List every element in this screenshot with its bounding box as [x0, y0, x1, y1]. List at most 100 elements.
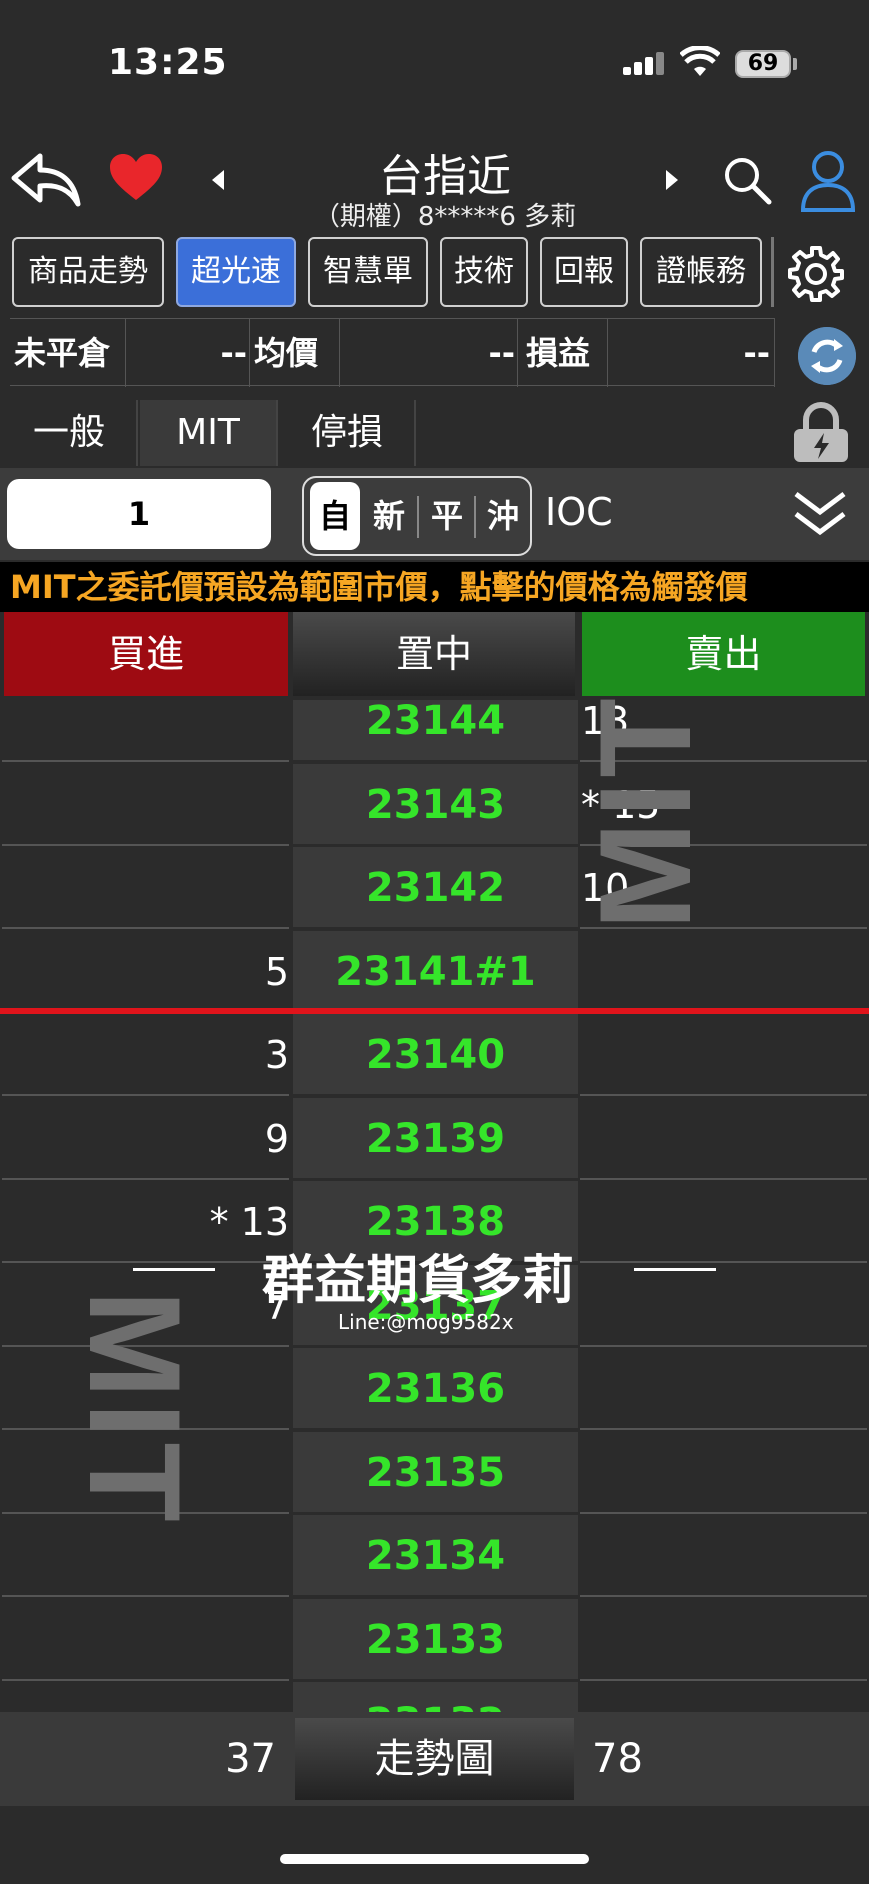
price-cell[interactable]: 23140 [293, 1014, 578, 1096]
menu-item-smart-order[interactable]: 智慧單 [308, 237, 428, 307]
chart-button[interactable]: 走勢圖 [295, 1718, 574, 1800]
center-button[interactable]: 置中 [293, 612, 575, 696]
menu-divider [771, 237, 774, 307]
heart-icon[interactable] [108, 152, 164, 202]
double-chevron-down-icon[interactable] [792, 488, 848, 540]
home-indicator[interactable] [280, 1854, 589, 1864]
sell-button[interactable]: 賣出 [582, 612, 865, 696]
back-icon[interactable] [10, 150, 82, 210]
ladder-row: 23132 [0, 1682, 869, 1712]
bid-quantity-cell[interactable] [2, 700, 289, 762]
prev-product-arrow[interactable] [212, 170, 224, 190]
position-summary: 未平倉 -- 均價 -- 損益 -- [10, 318, 775, 387]
last-price-line [0, 1008, 869, 1014]
menu-item-report[interactable]: 回報 [540, 237, 628, 307]
ladder-row: 23133 [0, 1598, 869, 1682]
bid-quantity-cell[interactable] [2, 1599, 289, 1681]
mode-auto[interactable]: 自 [310, 482, 360, 550]
mode-close[interactable]: 平 [422, 482, 472, 550]
menu-item-technical[interactable]: 技術 [440, 237, 528, 307]
tab-general[interactable]: 一般 [2, 400, 138, 466]
mit-watermark: MIT [62, 1290, 208, 1526]
tab-stop-loss[interactable]: 停損 [280, 400, 416, 466]
open-position-label: 未平倉 [10, 319, 126, 387]
ioc-toggle[interactable]: IOC [545, 490, 613, 534]
ask-quantity-cell[interactable] [580, 1265, 867, 1347]
status-time: 13:25 [108, 42, 228, 83]
pnl-label: 損益 [518, 319, 608, 387]
ask-quantity-cell[interactable] [580, 1014, 867, 1096]
ladder-row: 23134 [0, 1515, 869, 1598]
pnl-value: -- [608, 319, 775, 387]
ask-quantity-cell[interactable] [580, 931, 867, 1013]
mode-separator [474, 496, 476, 538]
avg-price-value: -- [340, 319, 518, 387]
mode-daytrade[interactable]: 沖 [478, 482, 528, 550]
status-bar: 13:25 69 [0, 0, 869, 130]
search-icon[interactable] [722, 155, 774, 207]
account-subtitle: （期權）8*****6 多莉 [313, 202, 577, 232]
price-cell[interactable]: 23136 [293, 1348, 578, 1430]
buy-button[interactable]: 買進 [4, 612, 288, 696]
mit-watermark: MIT [572, 694, 718, 930]
user-icon[interactable] [800, 150, 856, 212]
watermark-subtext: Line:@mog9582x [338, 1310, 514, 1334]
ask-quantity-cell[interactable] [580, 1348, 867, 1430]
avg-price-label: 均價 [250, 319, 340, 387]
price-cell[interactable]: 23141#1 [293, 930, 578, 1013]
next-product-arrow[interactable] [666, 170, 678, 190]
mit-notice: MIT之委託價預設為範圍市價，點擊的價格為觸發價 [0, 562, 869, 612]
ask-quantity-cell[interactable] [580, 1181, 867, 1263]
battery-nub [793, 58, 797, 70]
ask-quantity-cell[interactable] [580, 1599, 867, 1681]
price-cell[interactable]: 23132 [293, 1682, 578, 1712]
refresh-icon[interactable] [798, 327, 856, 385]
menu-item-account[interactable]: 證帳務 [640, 237, 762, 307]
price-cell[interactable]: 23142 [293, 847, 578, 929]
ask-quantity-cell[interactable] [580, 1098, 867, 1180]
wifi-icon [680, 46, 720, 76]
ask-quantity-cell[interactable] [580, 1515, 867, 1597]
ladder-row: 23143 * 15 [0, 763, 869, 847]
bid-quantity-cell[interactable]: * 13 [2, 1181, 289, 1263]
bid-quantity-cell[interactable] [2, 764, 289, 846]
price-cell[interactable]: 23144 [293, 700, 578, 762]
bid-quantity-cell[interactable]: 3 [2, 1014, 289, 1096]
bid-quantity-cell[interactable]: 5 [2, 931, 289, 1013]
bid-quantity-cell[interactable] [2, 1682, 289, 1712]
price-cell[interactable]: 23143 [293, 763, 578, 846]
watermark-line [634, 1268, 716, 1271]
ladder-row: 23142 10 [0, 847, 869, 930]
battery-indicator: 69 [735, 50, 791, 78]
lock-icon[interactable] [790, 402, 852, 464]
menu-item-speed[interactable]: 超光速 [176, 237, 296, 307]
ladder-row: 23144 13 [0, 700, 869, 763]
open-position-value: -- [126, 319, 250, 387]
ladder-row: 5 23141#1 [0, 930, 869, 1014]
product-title: 台指近 [379, 151, 511, 202]
tab-mit[interactable]: MIT [140, 400, 278, 466]
ask-quantity-cell[interactable] [580, 1682, 867, 1712]
price-cell[interactable]: 23139 [293, 1097, 578, 1180]
ladder-row: 9 23139 [0, 1097, 869, 1181]
bid-quantity-cell[interactable] [2, 847, 289, 929]
buy-total: 37 [225, 1736, 276, 1782]
menu-item-trend[interactable]: 商品走勢 [12, 237, 164, 307]
price-cell[interactable]: 23135 [293, 1431, 578, 1514]
ladder-row: 3 23140 [0, 1014, 869, 1097]
price-cell[interactable]: 23134 [293, 1515, 578, 1597]
watermark-line [133, 1268, 215, 1271]
cellular-signal-icon [623, 52, 667, 75]
gear-icon[interactable] [786, 244, 846, 304]
sell-total: 78 [592, 1736, 643, 1782]
bid-quantity-cell[interactable] [2, 1515, 289, 1597]
price-ladder: 23144 13 23143 * 15 23142 10 5 23141#1 3 23140 9 23… [0, 700, 869, 1712]
price-cell[interactable]: 23133 [293, 1598, 578, 1681]
watermark-text: 群益期貨多莉 [262, 1251, 575, 1311]
mode-separator [417, 496, 419, 538]
position-mode-selector: 自 新 平 沖 [302, 476, 532, 556]
mode-new[interactable]: 新 [364, 482, 414, 550]
quantity-input[interactable]: 1 [7, 479, 271, 549]
ask-quantity-cell[interactable] [580, 1432, 867, 1514]
bid-quantity-cell[interactable]: 9 [2, 1098, 289, 1180]
